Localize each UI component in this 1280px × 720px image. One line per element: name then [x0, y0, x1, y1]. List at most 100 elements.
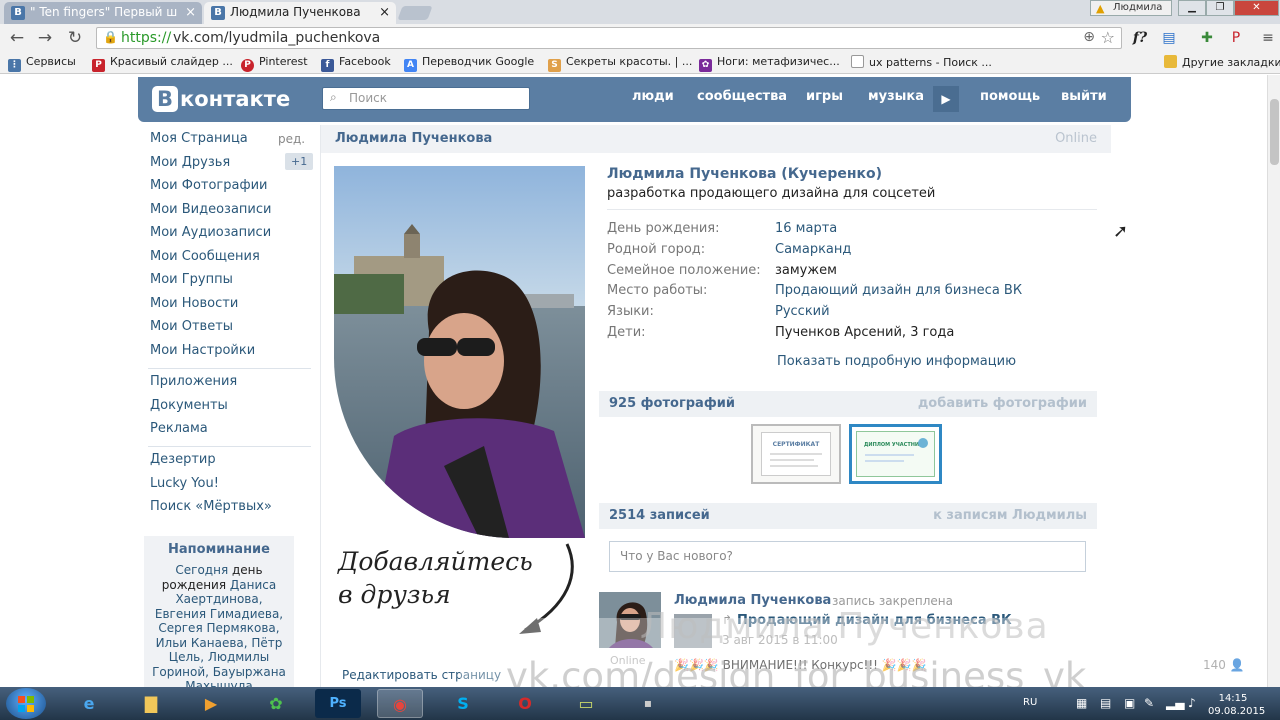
- posts-count[interactable]: 2514 записей: [609, 508, 710, 523]
- menu-my-news[interactable]: Мои Новости: [150, 296, 238, 311]
- field-languages[interactable]: Русский: [775, 304, 830, 319]
- play-icon[interactable]: ▶: [933, 86, 959, 112]
- scrollbar-thumb[interactable]: [1270, 99, 1279, 165]
- show-more-info-link[interactable]: Показать подробную информацию: [777, 354, 1016, 369]
- photoshop-icon[interactable]: Ps: [315, 689, 361, 718]
- bookmark-ux-patterns[interactable]: ux patterns - Поиск ...: [851, 55, 992, 69]
- nav-logout[interactable]: выйти: [1061, 89, 1107, 104]
- photos-count[interactable]: 925 фотографий: [609, 396, 735, 411]
- vk-logo[interactable]: Вконтакте: [152, 86, 290, 112]
- puzzle-extension-icon[interactable]: ✚: [1195, 28, 1219, 48]
- forward-arrow-icon[interactable]: →: [34, 28, 56, 48]
- opera-icon[interactable]: O: [502, 689, 548, 718]
- menu-my-groups[interactable]: Мои Группы: [150, 272, 233, 287]
- back-arrow-icon[interactable]: ←: [6, 28, 28, 48]
- new-post-input[interactable]: Что у Вас нового?: [609, 541, 1086, 572]
- reminder-names[interactable]: Даниса Хаертдинова, Евгения Гимадиева, С…: [152, 578, 286, 694]
- tray-icon[interactable]: ▦: [1076, 696, 1087, 710]
- browser-tab-ten-fingers[interactable]: В " Ten fingers" Первый ш ×: [4, 2, 202, 24]
- nav-games[interactable]: игры: [806, 89, 843, 104]
- photo-thumb-diploma[interactable]: ДИПЛОМ УЧАСТНИКА: [849, 424, 942, 484]
- minimize-button[interactable]: ▁: [1178, 0, 1206, 16]
- close-window-button[interactable]: ✕: [1234, 0, 1279, 16]
- field-label: Родной город:: [607, 242, 706, 257]
- profile-status[interactable]: разработка продающего дизайна для соцсет…: [607, 186, 935, 201]
- tray-icon[interactable]: ✎: [1144, 696, 1154, 710]
- app-lucky-you[interactable]: Lucky You!: [150, 476, 219, 491]
- app-icon[interactable]: ▪: [625, 689, 671, 718]
- icq-icon[interactable]: ✿: [253, 689, 299, 718]
- bookmark-beauty[interactable]: S Секреты красоты. | ...: [548, 55, 692, 72]
- nav-people[interactable]: люди: [632, 89, 674, 104]
- edit-page-link[interactable]: ред.: [278, 132, 305, 146]
- menu-icon[interactable]: ≡: [1256, 28, 1280, 48]
- vk-favicon-icon: В: [11, 6, 25, 20]
- online-status: Online: [1055, 131, 1097, 146]
- other-bookmarks[interactable]: Другие закладки: [1164, 55, 1280, 69]
- new-tab-button[interactable]: [397, 6, 433, 20]
- file-explorer-icon[interactable]: ▇: [128, 689, 174, 718]
- bookmark-star-icon[interactable]: ☆: [1101, 28, 1115, 47]
- add-photos-link[interactable]: добавить фотографии: [918, 396, 1087, 411]
- system-clock[interactable]: 14:15 09.08.2015: [1208, 692, 1265, 718]
- notes-icon[interactable]: ▭: [563, 689, 609, 718]
- menu-my-page[interactable]: Моя Страница: [150, 131, 248, 146]
- reminder-today[interactable]: Сегодня: [175, 563, 228, 577]
- start-button[interactable]: [6, 688, 46, 719]
- network-icon[interactable]: ▂▄: [1166, 696, 1184, 710]
- page-scrollbar[interactable]: [1267, 75, 1280, 687]
- tab-close-icon[interactable]: ×: [379, 2, 390, 23]
- bookmark-services[interactable]: ⋮ Сервисы: [8, 55, 76, 72]
- photo-thumb-certificate[interactable]: СЕРТИФИКАТ: [751, 424, 841, 484]
- nav-help[interactable]: помощь: [980, 89, 1040, 104]
- menu-applications[interactable]: Приложения: [150, 374, 237, 389]
- tray-icon[interactable]: ▣: [1124, 696, 1135, 710]
- skype-icon[interactable]: S: [440, 689, 486, 718]
- browser-tab-profile[interactable]: В Людмила Пученкова ×: [204, 2, 396, 24]
- menu-ads[interactable]: Реклама: [150, 421, 208, 436]
- volume-icon[interactable]: ♪: [1188, 696, 1196, 710]
- nav-music[interactable]: музыка: [868, 89, 924, 104]
- zoom-icon[interactable]: ⊕: [1083, 29, 1095, 45]
- bookmark-legs[interactable]: ✿ Ноги: метафизичес...: [699, 55, 840, 72]
- menu-my-videos[interactable]: Мои Видеозаписи: [150, 202, 271, 217]
- internet-explorer-icon[interactable]: e: [66, 689, 112, 718]
- bookmark-translate[interactable]: A Переводчик Google: [404, 55, 534, 72]
- formula-extension-icon[interactable]: f?: [1128, 28, 1152, 48]
- field-hometown[interactable]: Самарканд: [775, 242, 851, 257]
- to-posts-link[interactable]: к записям Людмилы: [933, 508, 1087, 523]
- field-workplace[interactable]: Продающий дизайн для бизнеса ВК: [775, 283, 1022, 298]
- window-user-badge[interactable]: ▲ Людмила: [1090, 0, 1172, 16]
- address-bar[interactable]: 🔒 https:// vk.com/lyudmila_puchenkova ⊕ …: [96, 27, 1122, 49]
- menu-my-photos[interactable]: Мои Фотографии: [150, 178, 267, 193]
- pinterest-extension-icon[interactable]: P: [1224, 28, 1248, 48]
- watermark-name: Людмила Пученкова: [640, 606, 1049, 647]
- menu-documents[interactable]: Документы: [150, 398, 228, 413]
- menu-my-settings[interactable]: Мои Настройки: [150, 343, 255, 358]
- friends-count-badge[interactable]: +1: [285, 153, 314, 170]
- tab-close-icon[interactable]: ×: [185, 2, 196, 23]
- menu-my-messages[interactable]: Мои Сообщения: [150, 249, 260, 264]
- media-player-icon[interactable]: ▶: [188, 689, 234, 718]
- menu-my-friends[interactable]: Мои Друзья: [150, 155, 230, 170]
- bookmark-pinterest[interactable]: P Pinterest: [241, 55, 308, 72]
- tray-icon[interactable]: ▤: [1100, 696, 1111, 710]
- vk-search-input[interactable]: ⌕ Поиск: [322, 87, 530, 110]
- reload-icon[interactable]: ↻: [64, 28, 86, 48]
- news-extension-icon[interactable]: ▤: [1157, 28, 1181, 48]
- chrome-icon[interactable]: ◉: [377, 689, 423, 718]
- bookmark-slider[interactable]: P Красивый слайдер ...: [92, 55, 233, 72]
- bookmark-facebook[interactable]: f Facebook: [321, 55, 391, 72]
- app-dezertir[interactable]: Дезертир: [150, 452, 216, 467]
- reminder-title: Напоминание: [168, 542, 270, 557]
- field-label: День рождения:: [607, 221, 720, 236]
- promo-line-2: в друзья: [338, 580, 451, 609]
- nav-communities[interactable]: сообщества: [697, 89, 787, 104]
- app-search-dead[interactable]: Поиск «Мёртвых»: [150, 499, 272, 514]
- menu-my-audio[interactable]: Мои Аудиозаписи: [150, 225, 271, 240]
- field-birthday[interactable]: 16 марта: [775, 221, 837, 236]
- windows-taskbar: e ▇ ▶ ✿ Ps ◉ S O ▭ ▪ RU ▦ ▤ ▣ ✎ ▂▄ ♪ 14:…: [0, 687, 1280, 720]
- maximize-button[interactable]: ❐: [1206, 0, 1234, 16]
- keyboard-language[interactable]: RU: [1023, 697, 1037, 708]
- menu-my-answers[interactable]: Мои Ответы: [150, 319, 233, 334]
